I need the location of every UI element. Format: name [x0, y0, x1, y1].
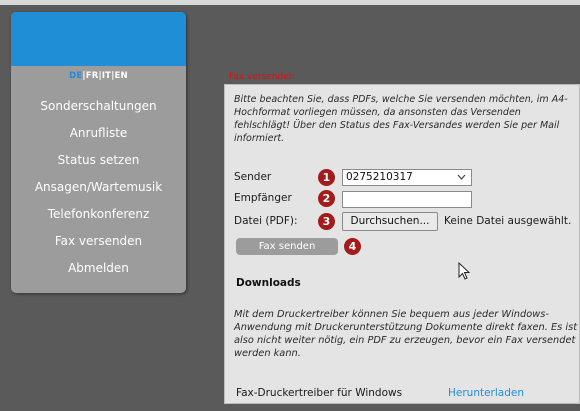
step-marker-4: 4 [344, 238, 361, 255]
sidebar: DE|FR|IT|EN Sonderschaltungen Anrufliste… [11, 12, 186, 293]
sender-select-value: 0275210317 [346, 171, 413, 183]
sidebar-item-status-setzen[interactable]: Status setzen [11, 147, 186, 174]
fax-send-button[interactable]: Fax senden [236, 238, 338, 255]
downloads-description: Mit dem Druckertreiber können Sie bequem… [234, 309, 578, 359]
language-en-link[interactable]: EN [115, 71, 128, 81]
sidebar-item-fax-versenden[interactable]: Fax versenden [11, 228, 186, 255]
sidebar-item-telefonkonferenz[interactable]: Telefonkonferenz [11, 201, 186, 228]
mouse-pointer-icon [458, 261, 472, 282]
language-de-link[interactable]: DE [69, 71, 82, 81]
fax-notice: Bitte beachten Sie, dass PDFs, welche Si… [234, 94, 568, 144]
language-fr-link[interactable]: FR [86, 71, 99, 81]
sidebar-nav: Sonderschaltungen Anrufliste Status setz… [11, 93, 186, 282]
driver-label: Fax-Druckertreiber für Windows [236, 387, 403, 399]
top-bar [0, 0, 580, 5]
step-marker-1: 1 [318, 169, 335, 186]
step-marker-3: 3 [318, 213, 335, 230]
sender-label: Sender [234, 171, 272, 183]
language-it-link[interactable]: IT [102, 71, 111, 81]
recipient-input[interactable] [342, 191, 472, 208]
recipient-label: Empfänger [234, 192, 292, 204]
sidebar-item-ansagen-wartemusik[interactable]: Ansagen/Wartemusik [11, 174, 186, 201]
step-marker-2: 2 [318, 190, 335, 207]
sidebar-item-abmelden[interactable]: Abmelden [11, 255, 186, 282]
logo-banner [11, 12, 186, 66]
file-label: Datei (PDF): [234, 215, 298, 227]
fax-panel: Bitte beachten Sie, dass PDFs, welche Si… [224, 84, 580, 404]
sender-select[interactable]: 0275210317 [342, 169, 472, 186]
download-link[interactable]: Herunterladen [448, 387, 524, 399]
chevron-down-icon [457, 170, 466, 191]
sidebar-item-sonderschaltungen[interactable]: Sonderschaltungen [11, 93, 186, 120]
downloads-heading: Downloads [236, 277, 301, 289]
page-title: Fax versenden [229, 72, 295, 82]
language-switcher: DE|FR|IT|EN [11, 71, 186, 85]
sidebar-item-anrufliste[interactable]: Anrufliste [11, 120, 186, 147]
browse-button[interactable]: Durchsuchen... [342, 212, 438, 231]
no-file-selected-text: Keine Datei ausgewählt. [444, 215, 572, 227]
